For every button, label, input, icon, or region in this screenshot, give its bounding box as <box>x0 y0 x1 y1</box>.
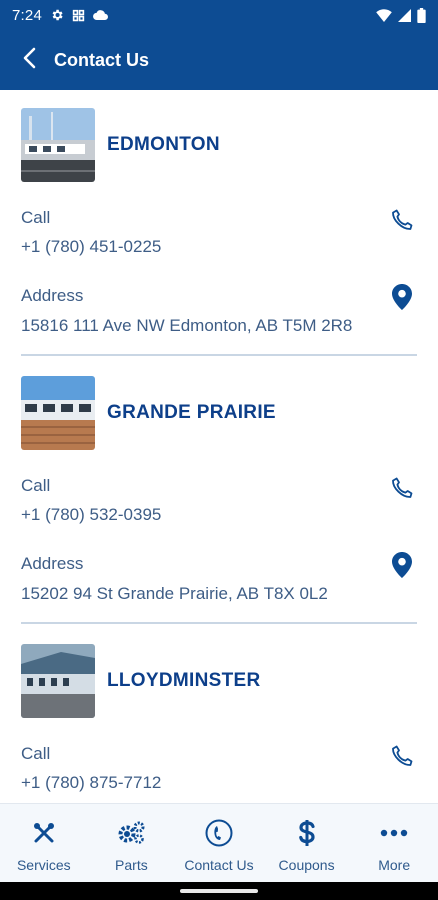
gear-icon <box>50 8 64 22</box>
nav-label: Services <box>16 857 71 873</box>
nav-contact-us[interactable]: Contact Us <box>175 804 263 882</box>
nav-label: Contact Us <box>184 857 254 873</box>
phone-icon[interactable] <box>388 474 416 502</box>
phone-number[interactable]: +1 (780) 451-0225 <box>21 237 161 257</box>
address-text[interactable]: 15816 111 Ave NW Edmonton, AB T5M 2R8 <box>21 316 352 336</box>
call-label: Call <box>21 744 51 763</box>
location-photo <box>21 108 95 182</box>
gesture-bar <box>0 882 438 900</box>
call-label: Call <box>21 476 51 495</box>
location-card-grande-prairie: GRANDE PRAIRIE Call +1 (780) 532-0395 Ad… <box>0 358 438 626</box>
bottom-nav: Services Parts Contact Us Coupons More <box>0 803 438 882</box>
address-label: Address <box>21 554 84 573</box>
signal-icon <box>398 8 411 22</box>
home-gesture-handle[interactable] <box>180 889 258 893</box>
cloud-icon <box>93 9 108 21</box>
location-name: GRANDE PRAIRIE <box>107 402 276 423</box>
location-photo <box>21 644 95 718</box>
nav-services[interactable]: Services <box>0 804 88 882</box>
location-name: EDMONTON <box>107 134 220 155</box>
location-name: LLOYDMINSTER <box>107 670 261 691</box>
map-pin-icon[interactable] <box>388 283 416 311</box>
map-pin-icon[interactable] <box>388 551 416 579</box>
nav-coupons[interactable]: Coupons <box>263 804 351 882</box>
battery-icon <box>417 7 426 23</box>
status-bar: 7:24 <box>0 0 438 30</box>
phone-number[interactable]: +1 (780) 875-7712 <box>21 773 161 793</box>
address-text[interactable]: 15202 94 St Grande Prairie, AB T8X 0L2 <box>21 584 328 604</box>
divider <box>21 622 417 624</box>
gears-icon <box>117 818 145 848</box>
location-card-edmonton: EDMONTON Call +1 (780) 451-0225 Address … <box>0 90 438 358</box>
nav-more[interactable]: More <box>350 804 438 882</box>
phone-icon[interactable] <box>388 206 416 234</box>
phone-number[interactable]: +1 (780) 532-0395 <box>21 505 161 525</box>
tools-icon <box>32 818 56 848</box>
wifi-icon <box>376 8 392 22</box>
chevron-left-icon <box>22 47 36 74</box>
contact-list[interactable]: EDMONTON Call +1 (780) 451-0225 Address … <box>0 90 438 803</box>
page-title: Contact Us <box>54 49 150 70</box>
nav-label: Coupons <box>278 857 335 873</box>
address-label: Address <box>21 286 84 305</box>
back-button[interactable] <box>4 30 54 90</box>
nav-label: More <box>378 857 411 873</box>
phone-icon[interactable] <box>388 742 416 770</box>
phone-circle-icon <box>205 818 233 848</box>
dollar-icon <box>298 818 316 848</box>
divider <box>21 354 417 356</box>
status-time: 7:24 <box>12 6 42 24</box>
location-photo <box>21 376 95 450</box>
grid-icon <box>72 9 85 22</box>
location-card-lloydminster: LLOYDMINSTER Call +1 (780) 875-7712 <box>0 626 438 803</box>
more-dots-icon <box>380 818 408 848</box>
call-label: Call <box>21 208 51 227</box>
nav-parts[interactable]: Parts <box>88 804 176 882</box>
nav-label: Parts <box>115 857 148 873</box>
app-bar: Contact Us <box>0 30 438 90</box>
